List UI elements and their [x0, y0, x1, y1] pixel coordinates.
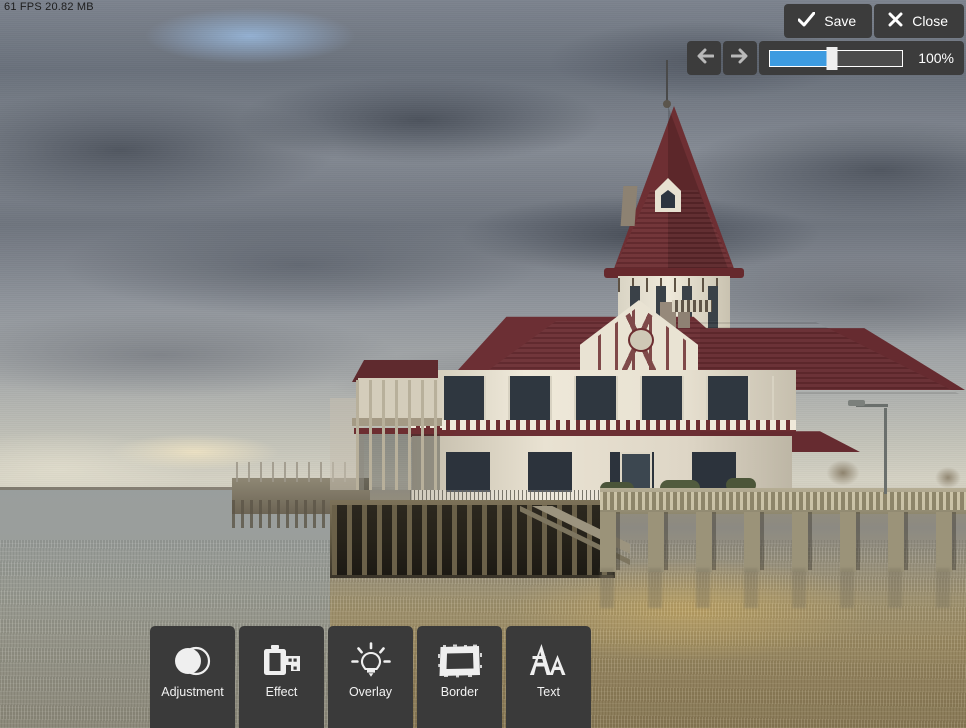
save-button[interactable]: Save	[784, 4, 873, 38]
zoom-slider-pane: 100%	[759, 41, 964, 75]
save-button-label: Save	[824, 13, 857, 29]
arrow-right-icon	[730, 48, 750, 69]
forward-button[interactable]	[723, 41, 757, 75]
pier-reflection	[600, 568, 966, 608]
house-roof-crest	[672, 300, 712, 312]
street-lamp-head	[848, 400, 865, 406]
contrast-circles-icon	[170, 639, 216, 683]
tool-adjustment-label: Adjustment	[161, 685, 224, 699]
concrete-pier-arch-shadows	[600, 512, 966, 570]
tool-border-label: Border	[440, 685, 479, 699]
bare-tree-2	[930, 460, 966, 492]
double-a-text-icon	[527, 639, 571, 683]
fps-memory-stats: 61 FPS 20.82 MB	[4, 1, 94, 13]
house-upper-windows	[432, 376, 774, 420]
street-lamp-pole	[884, 408, 887, 494]
film-roll-icon	[260, 639, 304, 683]
tool-text[interactable]: Text	[506, 626, 591, 728]
close-x-icon	[888, 12, 903, 30]
tool-adjustment[interactable]: Adjustment	[150, 626, 235, 728]
photo-canvas[interactable]	[0, 0, 966, 728]
tool-effect-label: Effect	[265, 685, 298, 699]
bare-tree-1	[820, 452, 866, 490]
photo-editor-window: 61 FPS 20.82 MB Save Close 100% Adjustme…	[0, 0, 966, 728]
top-right-toolbar: Save Close	[784, 4, 964, 38]
back-button[interactable]	[687, 41, 721, 75]
check-icon	[797, 11, 816, 30]
tool-text-label: Text	[537, 685, 560, 699]
close-button[interactable]: Close	[874, 4, 964, 38]
zoom-slider-handle[interactable]	[826, 46, 838, 70]
tool-overlay[interactable]: Overlay	[328, 626, 413, 728]
zoom-level-label: 100%	[918, 50, 954, 66]
arrow-left-icon	[695, 48, 714, 69]
tool-border[interactable]: Border	[417, 626, 502, 728]
zoom-slider-fill	[770, 50, 833, 66]
concrete-pier-balustrade	[600, 492, 966, 510]
lightbulb-icon	[349, 639, 393, 683]
close-button-label: Close	[912, 13, 948, 29]
tool-effect[interactable]: Effect	[239, 626, 324, 728]
house-gable-medallion	[628, 328, 654, 352]
west-wing-columns	[356, 380, 440, 490]
zoom-toolbar: 100%	[687, 41, 964, 75]
tool-overlay-label: Overlay	[348, 685, 393, 699]
picture-frame-icon	[437, 639, 483, 683]
bottom-tool-bar: Adjustment Effect Overlay Border Text	[150, 626, 591, 728]
tower-chimney	[620, 186, 638, 226]
zoom-slider[interactable]	[769, 46, 903, 70]
